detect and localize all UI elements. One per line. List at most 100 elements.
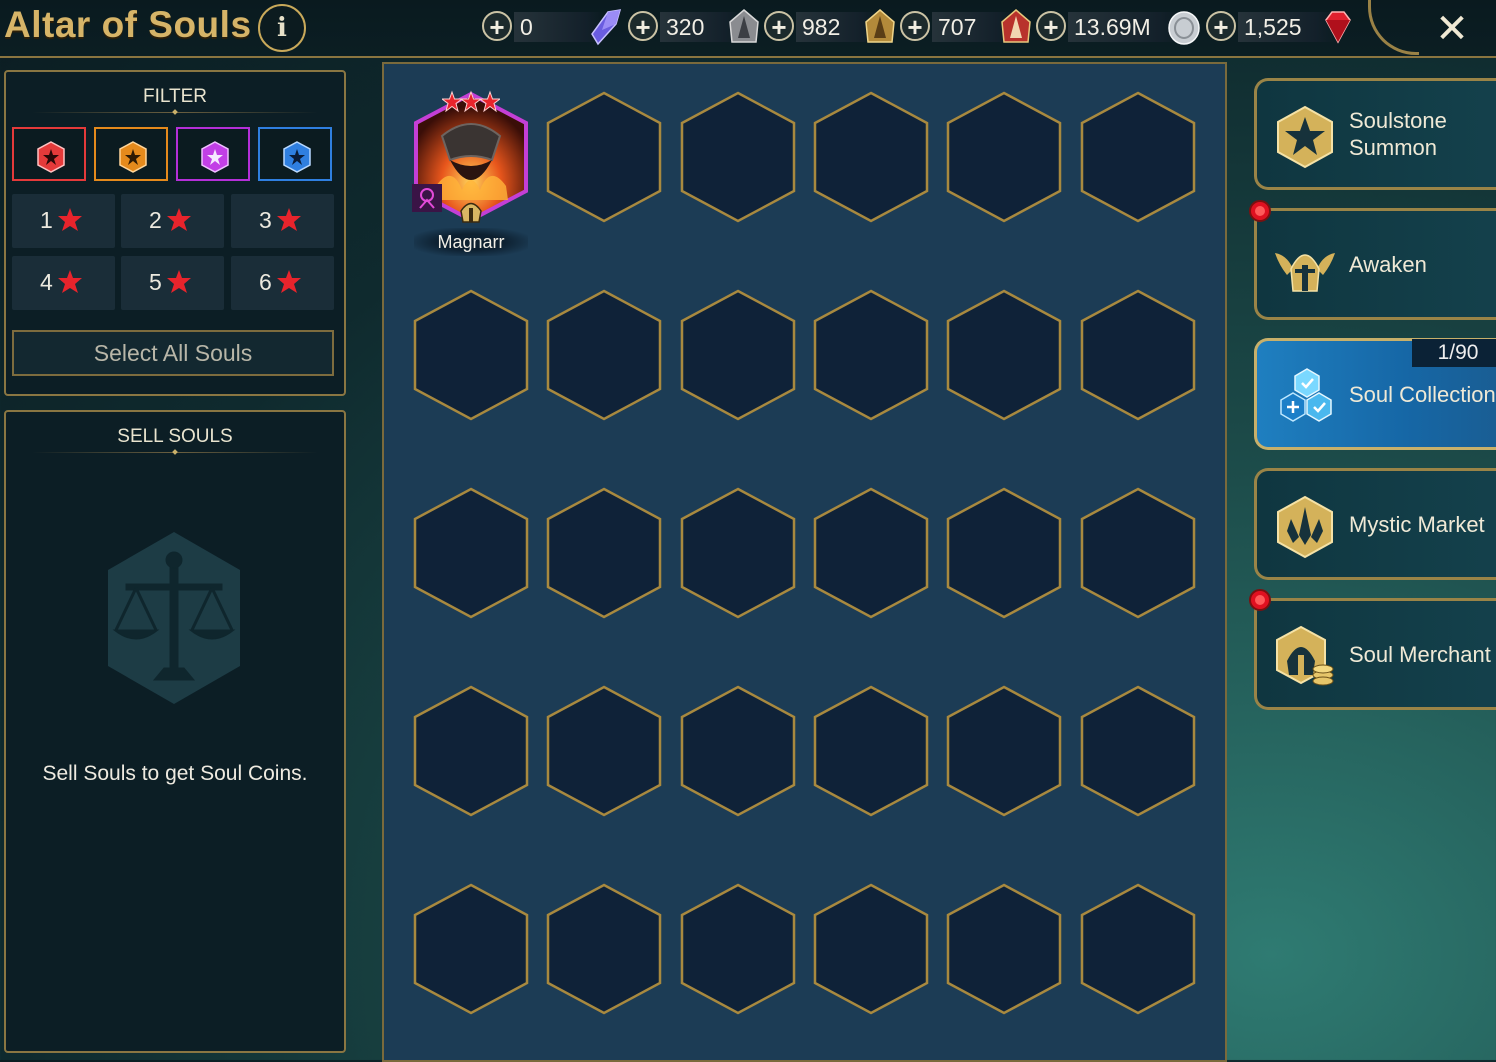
empty-soul-slot[interactable] xyxy=(1079,486,1197,620)
ruby-gem-icon xyxy=(1325,11,1351,44)
info-icon[interactable]: i xyxy=(258,4,306,52)
hex-frame xyxy=(946,685,1062,817)
empty-soul-slot[interactable] xyxy=(945,684,1063,818)
soul-merchant-button[interactable]: Soul Merchant xyxy=(1254,598,1496,710)
add-ancient-shard-button[interactable]: + xyxy=(628,11,658,41)
blue-star-icon xyxy=(283,141,311,173)
empty-soul-slot[interactable] xyxy=(945,882,1063,1016)
filter-epic-button[interactable] xyxy=(94,127,168,181)
three-star-icon xyxy=(442,90,500,113)
notification-dot-icon xyxy=(1249,589,1271,611)
empty-soul-slot[interactable] xyxy=(812,90,930,224)
empty-soul-slot[interactable] xyxy=(1079,90,1197,224)
purple-star-icon xyxy=(201,141,229,173)
soul-collection-icon xyxy=(1280,368,1332,422)
empty-soul-slot[interactable] xyxy=(679,882,797,1016)
add-gems-button[interactable]: + xyxy=(1206,11,1236,41)
empty-soul-slot[interactable] xyxy=(679,684,797,818)
hex-frame xyxy=(1080,487,1196,619)
mystic-market-label: Mystic Market xyxy=(1349,511,1485,537)
filter-3-star-button[interactable]: 3 xyxy=(231,194,334,248)
resource-ancient-shard: + 320 xyxy=(628,8,762,46)
resource-energy-crystal: + 0 xyxy=(482,8,624,46)
filter-1-star-button[interactable]: 1 xyxy=(12,194,115,248)
epic-star-icon xyxy=(119,141,147,173)
empty-soul-slot[interactable] xyxy=(812,684,930,818)
empty-soul-slot[interactable] xyxy=(812,288,930,422)
sell-heading: SELL SOULS xyxy=(117,426,233,447)
hex-frame xyxy=(546,883,662,1015)
filter-5-star-button[interactable]: 5 xyxy=(121,256,224,310)
soul-collection-button[interactable]: 1/90 Soul Collection xyxy=(1254,338,1496,450)
resource-sacred-shard: + 707 xyxy=(900,8,1034,46)
empty-soul-slot[interactable] xyxy=(545,684,663,818)
awaken-button[interactable]: Awaken xyxy=(1254,208,1496,320)
empty-soul-slot[interactable] xyxy=(545,486,663,620)
notification-dot-icon xyxy=(1249,200,1271,222)
page-title: Altar of Souls xyxy=(4,4,252,45)
soulstone-star-icon xyxy=(1277,105,1333,169)
scales-icon xyxy=(108,532,240,704)
soulstone-summon-label: Soulstone Summon xyxy=(1349,108,1447,160)
empty-soul-slot[interactable] xyxy=(545,90,663,224)
void-shard-icon xyxy=(865,9,895,43)
empty-soul-slot[interactable] xyxy=(412,288,530,422)
empty-soul-slot[interactable] xyxy=(679,486,797,620)
empty-soul-slot[interactable] xyxy=(412,486,530,620)
filter-2-star-button[interactable]: 2 xyxy=(121,194,224,248)
select-all-souls-button[interactable]: Select All Souls xyxy=(12,330,334,376)
add-silver-button[interactable]: + xyxy=(1036,11,1066,41)
filter-blue-button[interactable] xyxy=(258,127,332,181)
soul-slot-magnarr[interactable] xyxy=(412,90,530,224)
empty-soul-slot[interactable] xyxy=(812,882,930,1016)
empty-soul-slot[interactable] xyxy=(1079,684,1197,818)
hex-frame xyxy=(813,685,929,817)
red-star-icon xyxy=(277,208,301,231)
hex-frame xyxy=(413,883,529,1015)
hex-frame xyxy=(1080,685,1196,817)
filter-purple-button[interactable] xyxy=(176,127,250,181)
hex-frame xyxy=(813,883,929,1015)
close-icon[interactable]: ✕ xyxy=(1432,6,1472,52)
resource-value: 982 xyxy=(802,14,841,40)
purple-crystal-icon xyxy=(591,9,622,46)
filter-legendary-button[interactable] xyxy=(12,127,86,181)
hex-frame xyxy=(413,685,529,817)
soul-name: Magnarr xyxy=(414,228,528,256)
resource-value: 0 xyxy=(520,14,533,40)
legendary-star-icon xyxy=(37,141,65,173)
red-star-icon xyxy=(58,270,82,293)
add-crystal-button[interactable]: + xyxy=(482,11,512,41)
helmet-icon xyxy=(460,202,482,223)
add-sacred-shard-button[interactable]: + xyxy=(900,11,930,41)
empty-soul-slot[interactable] xyxy=(945,486,1063,620)
empty-soul-slot[interactable] xyxy=(412,882,530,1016)
empty-soul-slot[interactable] xyxy=(679,90,797,224)
empty-soul-slot[interactable] xyxy=(945,288,1063,422)
empty-soul-slot[interactable] xyxy=(545,882,663,1016)
corner-ornament xyxy=(1368,0,1419,55)
faction-icon xyxy=(412,184,442,212)
hex-frame xyxy=(946,883,1062,1015)
filter-6-star-button[interactable]: 6 xyxy=(231,256,334,310)
hex-frame xyxy=(813,91,929,223)
empty-soul-slot[interactable] xyxy=(945,90,1063,224)
crystal-market-icon xyxy=(1277,495,1333,559)
hex-frame xyxy=(1080,289,1196,421)
empty-soul-slot[interactable] xyxy=(812,486,930,620)
empty-soul-slot[interactable] xyxy=(1079,882,1197,1016)
hex-frame xyxy=(1080,883,1196,1015)
empty-soul-slot[interactable] xyxy=(679,288,797,422)
mystic-market-button[interactable]: Mystic Market xyxy=(1254,468,1496,580)
filter-4-star-button[interactable]: 4 xyxy=(12,256,115,310)
resource-silver: + 13.69M xyxy=(1036,8,1202,46)
soul-merchant-label: Soul Merchant xyxy=(1349,641,1491,667)
hex-frame xyxy=(680,685,796,817)
soulstone-summon-button[interactable]: Soulstone Summon xyxy=(1254,78,1496,190)
resource-value: 1,525 xyxy=(1244,14,1302,40)
hex-frame xyxy=(680,883,796,1015)
empty-soul-slot[interactable] xyxy=(412,684,530,818)
empty-soul-slot[interactable] xyxy=(1079,288,1197,422)
empty-soul-slot[interactable] xyxy=(545,288,663,422)
add-void-shard-button[interactable]: + xyxy=(764,11,794,41)
